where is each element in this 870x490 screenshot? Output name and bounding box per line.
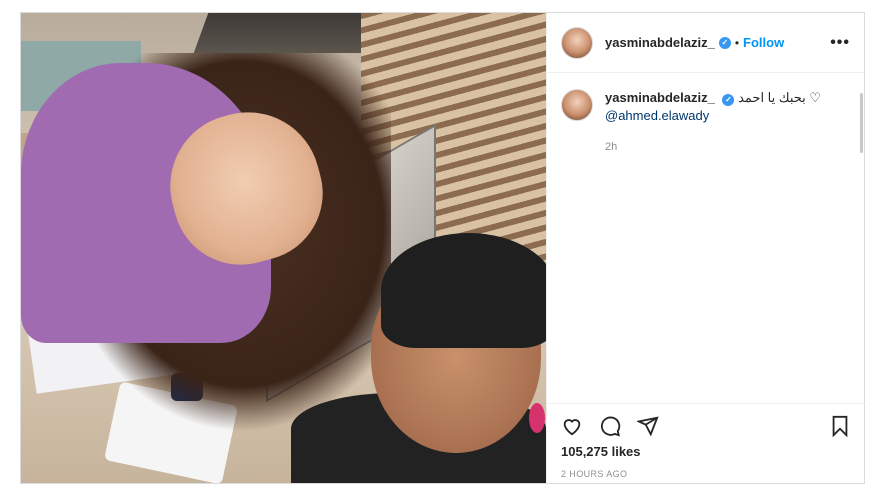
share-icon[interactable]	[637, 415, 659, 437]
caption-username[interactable]: yasminabdelaziz_	[605, 90, 715, 105]
likes-count[interactable]: 105,275 likes	[561, 444, 851, 459]
caption-text: yasminabdelaziz_ ✓ بحبك يا احمد ♡ @ahmed…	[605, 89, 821, 125]
photo-flower	[529, 403, 545, 433]
caption-message: بحبك يا احمد	[738, 90, 806, 105]
avatar[interactable]	[561, 26, 593, 59]
caption-verified-badge-icon: ✓	[722, 94, 735, 106]
separator-dot: •	[734, 35, 740, 50]
post-header: yasminabdelaziz_ ✓ • Follow •••	[547, 13, 864, 73]
username-link[interactable]: yasminabdelaziz_	[605, 35, 715, 50]
post-photo[interactable]	[21, 13, 546, 483]
heart-icon[interactable]	[561, 415, 583, 437]
caption-row: yasminabdelaziz_ ✓ بحبك يا احمد ♡ @ahmed…	[561, 89, 851, 125]
caption-mention-link[interactable]: @ahmed.elawady	[605, 107, 821, 125]
comment-icon[interactable]	[599, 415, 621, 437]
caption-heart-emoji: ♡	[809, 90, 822, 105]
caption-avatar[interactable]	[561, 89, 593, 121]
post-side-panel: yasminabdelaziz_ ✓ • Follow ••• yasminab…	[546, 13, 865, 483]
follow-button[interactable]: Follow	[743, 35, 784, 50]
post-timestamp[interactable]: 2 HOURS AGO	[561, 469, 851, 479]
caption-time: 2h	[605, 141, 618, 153]
action-icons	[561, 410, 851, 442]
comments-area[interactable]: yasminabdelaziz_ ✓ بحبك يا احمد ♡ @ahmed…	[547, 73, 865, 403]
post-actions: 105,275 likes 2 HOURS AGO	[547, 403, 865, 483]
more-options-icon[interactable]: •••	[830, 34, 850, 52]
photo-man-beanie	[381, 233, 546, 348]
verified-badge-icon: ✓	[718, 36, 731, 49]
bookmark-icon[interactable]	[829, 415, 851, 437]
post-frame: yasminabdelaziz_ ✓ • Follow ••• yasminab…	[20, 12, 865, 484]
comments-scrollbar[interactable]	[860, 93, 863, 153]
